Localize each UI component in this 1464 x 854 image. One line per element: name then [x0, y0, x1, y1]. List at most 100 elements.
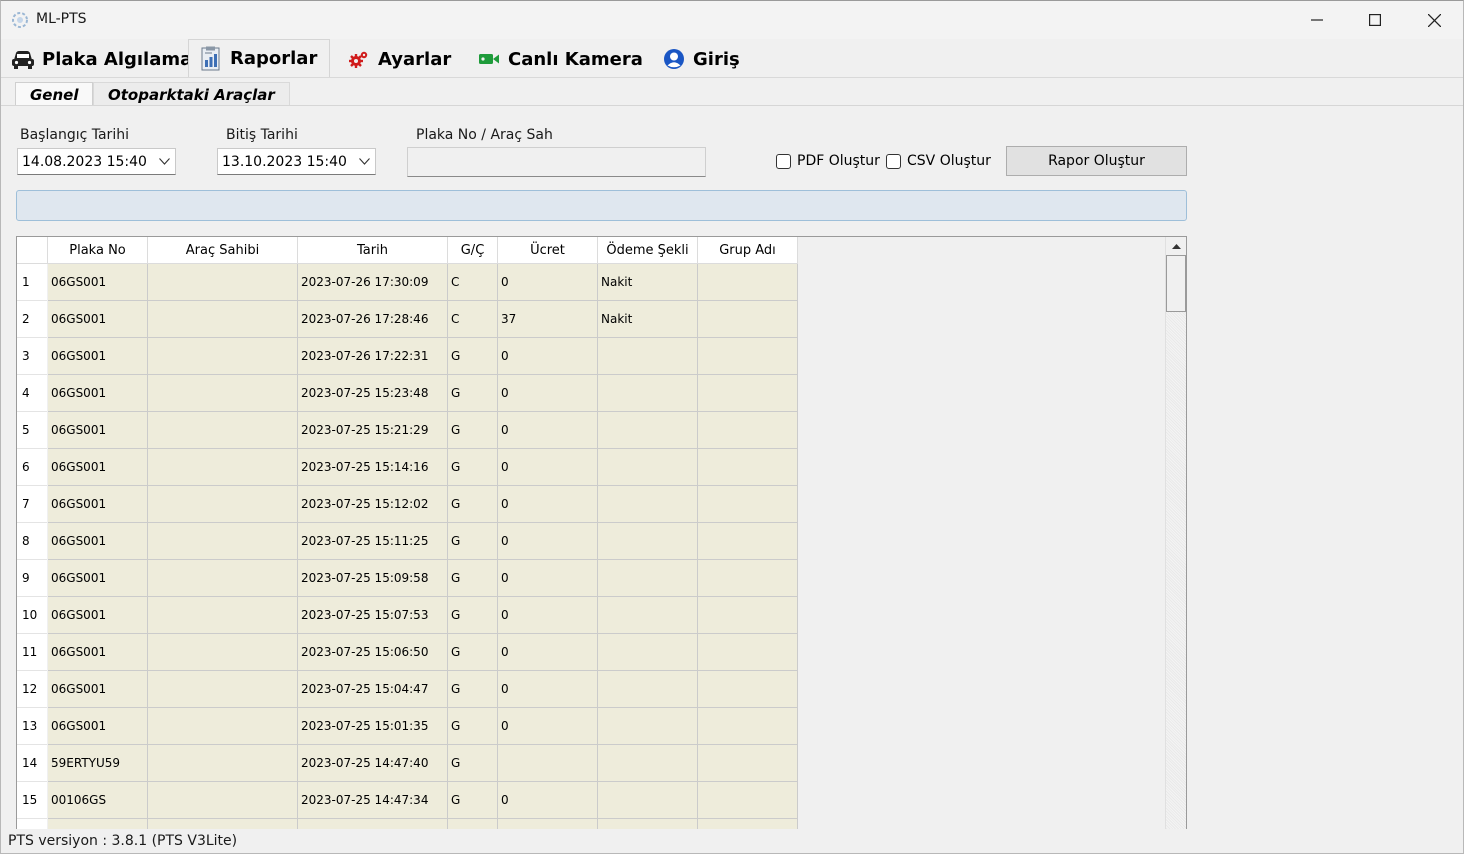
cell-plaka-no[interactable]: 06GS001	[48, 338, 148, 375]
cell-tarih[interactable]: 2023-07-25 15:06:50	[298, 634, 448, 671]
cell-ucret[interactable]: 0	[498, 782, 598, 819]
cell-tarih[interactable]: 2023-07-26 17:28:46	[298, 301, 448, 338]
end-date-picker[interactable]: 13.10.2023 15:40	[217, 148, 376, 175]
cell-odeme-sekli[interactable]	[598, 338, 698, 375]
table-row[interactable]: 11 06GS001 2023-07-25 15:06:50 G 0	[17, 634, 798, 671]
cell-tarih[interactable]: 2023-07-25 15:12:02	[298, 486, 448, 523]
subtab-genel[interactable]: Genel	[15, 82, 94, 106]
maximize-button[interactable]	[1346, 1, 1404, 39]
cell-odeme-sekli[interactable]	[598, 708, 698, 745]
cell-ucret[interactable]: 0	[498, 560, 598, 597]
table-row[interactable]: 12 06GS001 2023-07-25 15:04:47 G 0	[17, 671, 798, 708]
cell-giris-cikis[interactable]: G	[448, 708, 498, 745]
report-table[interactable]: Plaka No Araç Sahibi Tarih G/Ç Ücret Ödeme Şe…	[16, 236, 1187, 831]
cell-plaka-no[interactable]: 00106GS	[48, 782, 148, 819]
cell-odeme-sekli[interactable]	[598, 745, 698, 782]
cell-arac-sahibi[interactable]	[148, 597, 298, 634]
cell-odeme-sekli[interactable]	[598, 523, 698, 560]
cell-giris-cikis[interactable]: G	[448, 375, 498, 412]
cell-odeme-sekli[interactable]	[598, 560, 698, 597]
cell-odeme-sekli[interactable]: Nakit	[598, 301, 698, 338]
column-header-plaka-no[interactable]: Plaka No	[48, 237, 148, 264]
cell-plaka-no[interactable]: 06GS001	[48, 597, 148, 634]
cell-giris-cikis[interactable]: G	[448, 782, 498, 819]
cell-tarih[interactable]: 2023-07-25 15:01:35	[298, 708, 448, 745]
scroll-thumb[interactable]	[1166, 255, 1186, 312]
cell-plaka-no[interactable]: 06GS001	[48, 375, 148, 412]
cell-grup-adi[interactable]	[698, 523, 798, 560]
cell-tarih[interactable]: 2023-07-25 15:23:48	[298, 375, 448, 412]
cell-arac-sahibi[interactable]	[148, 449, 298, 486]
column-header-ucret[interactable]: Ücret	[498, 237, 598, 264]
tab-raporlar[interactable]: Raporlar	[188, 39, 331, 77]
table-row[interactable]: 2 06GS001 2023-07-26 17:28:46 C 37 Nakit	[17, 301, 798, 338]
cell-plaka-no[interactable]: 06GS001	[48, 634, 148, 671]
tab-plaka-algilama[interactable]: Plaka Algılama	[1, 41, 204, 77]
cell-ucret[interactable]: 0	[498, 338, 598, 375]
cell-giris-cikis[interactable]: G	[448, 338, 498, 375]
cell-giris-cikis[interactable]: C	[448, 301, 498, 338]
cell-arac-sahibi[interactable]	[148, 634, 298, 671]
cell-plaka-no[interactable]: 06GS001	[48, 560, 148, 597]
cell-tarih[interactable]: 2023-07-25 15:11:25	[298, 523, 448, 560]
table-row[interactable]: 13 06GS001 2023-07-25 15:01:35 G 0	[17, 708, 798, 745]
cell-tarih[interactable]: 2023-07-25 14:47:34	[298, 782, 448, 819]
cell-grup-adi[interactable]	[698, 375, 798, 412]
cell-odeme-sekli[interactable]	[598, 449, 698, 486]
chevron-down-icon[interactable]	[353, 149, 375, 174]
cell-ucret[interactable]: 0	[498, 375, 598, 412]
column-header-odeme-sekli[interactable]: Ödeme Şekli	[598, 237, 698, 264]
cell-giris-cikis[interactable]: G	[448, 449, 498, 486]
cell-tarih[interactable]: 2023-07-25 15:09:58	[298, 560, 448, 597]
cell-arac-sahibi[interactable]	[148, 671, 298, 708]
cell-grup-adi[interactable]	[698, 449, 798, 486]
cell-plaka-no[interactable]: 06GS001	[48, 708, 148, 745]
cell-grup-adi[interactable]	[698, 708, 798, 745]
cell-ucret[interactable]: 0	[498, 486, 598, 523]
cell-plaka-no[interactable]: 59ERTYU59	[48, 745, 148, 782]
table-row[interactable]: 8 06GS001 2023-07-25 15:11:25 G 0	[17, 523, 798, 560]
table-row[interactable]: 3 06GS001 2023-07-26 17:22:31 G 0	[17, 338, 798, 375]
cell-plaka-no[interactable]: 06GS001	[48, 523, 148, 560]
vertical-scrollbar[interactable]	[1165, 237, 1186, 830]
create-report-button[interactable]: Rapor Oluştur	[1006, 146, 1187, 176]
cell-odeme-sekli[interactable]	[598, 412, 698, 449]
table-row[interactable]: 4 06GS001 2023-07-25 15:23:48 G 0	[17, 375, 798, 412]
cell-grup-adi[interactable]	[698, 597, 798, 634]
checkbox-box[interactable]	[886, 153, 901, 169]
table-row[interactable]: 1 06GS001 2023-07-26 17:30:09 C 0 Nakit	[17, 264, 798, 301]
cell-ucret[interactable]: 0	[498, 671, 598, 708]
table-row[interactable]: 9 06GS001 2023-07-25 15:09:58 G 0	[17, 560, 798, 597]
cell-grup-adi[interactable]	[698, 671, 798, 708]
plate-owner-input[interactable]	[407, 147, 706, 177]
cell-ucret[interactable]: 0	[498, 449, 598, 486]
cell-ucret[interactable]: 0	[498, 634, 598, 671]
cell-ucret[interactable]	[498, 745, 598, 782]
cell-tarih[interactable]: 2023-07-25 15:14:16	[298, 449, 448, 486]
cell-tarih[interactable]: 2023-07-25 15:21:29	[298, 412, 448, 449]
cell-arac-sahibi[interactable]	[148, 486, 298, 523]
table-row[interactable]: 7 06GS001 2023-07-25 15:12:02 G 0	[17, 486, 798, 523]
cell-plaka-no[interactable]: 06GS001	[48, 301, 148, 338]
csv-checkbox[interactable]: CSV Oluştur	[886, 153, 991, 169]
cell-plaka-no[interactable]: 06GS001	[48, 264, 148, 301]
cell-grup-adi[interactable]	[698, 338, 798, 375]
tab-canli-kamera[interactable]: Canlı Kamera	[467, 41, 655, 77]
cell-tarih[interactable]: 2023-07-25 15:04:47	[298, 671, 448, 708]
cell-plaka-no[interactable]: 06GS001	[48, 449, 148, 486]
cell-odeme-sekli[interactable]	[598, 782, 698, 819]
cell-grup-adi[interactable]	[698, 634, 798, 671]
tab-ayarlar[interactable]: Ayarlar	[337, 41, 463, 77]
cell-grup-adi[interactable]	[698, 486, 798, 523]
cell-giris-cikis[interactable]: G	[448, 745, 498, 782]
cell-grup-adi[interactable]	[698, 301, 798, 338]
cell-arac-sahibi[interactable]	[148, 745, 298, 782]
cell-plaka-no[interactable]: 06GS001	[48, 671, 148, 708]
cell-arac-sahibi[interactable]	[148, 338, 298, 375]
column-header-grup-adi[interactable]: Grup Adı	[698, 237, 798, 264]
column-header-arac-sahibi[interactable]: Araç Sahibi	[148, 237, 298, 264]
table-row[interactable]: 6 06GS001 2023-07-25 15:14:16 G 0	[17, 449, 798, 486]
cell-ucret[interactable]: 0	[498, 412, 598, 449]
cell-tarih[interactable]: 2023-07-25 15:07:53	[298, 597, 448, 634]
cell-odeme-sekli[interactable]: Nakit	[598, 264, 698, 301]
